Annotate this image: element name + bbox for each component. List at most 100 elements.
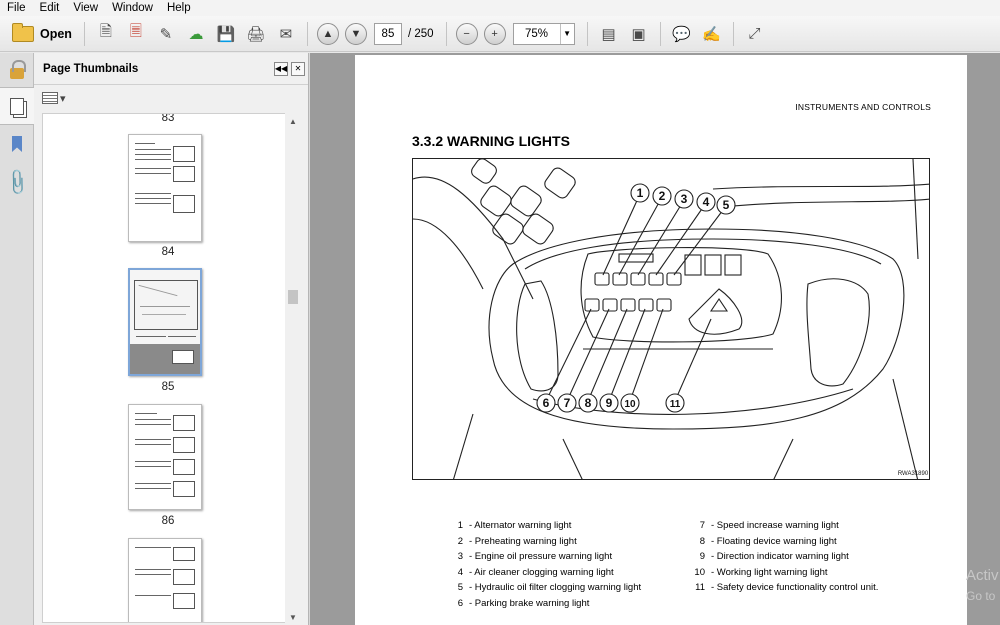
menu-help[interactable]: Help — [160, 0, 198, 16]
scroll-up-icon[interactable]: ▲ — [285, 113, 301, 129]
toolbar-separator — [659, 21, 661, 46]
navigation-rail: 📎 — [0, 53, 34, 625]
open-button[interactable]: Open — [6, 20, 78, 48]
callout-3: 3 — [681, 192, 688, 206]
page-header: INSTRUMENTS AND CONTROLS — [795, 102, 931, 112]
callout-11: 11 — [670, 399, 681, 410]
zoom-in-icon[interactable]: + — [483, 22, 506, 45]
callout-9: 9 — [606, 396, 613, 410]
toolbar-separator — [83, 21, 85, 46]
zoom-out-icon[interactable]: − — [455, 22, 478, 45]
watermark-line-1: Activ — [966, 567, 999, 584]
legend-item: 8- Floating device warning light — [699, 535, 837, 547]
menu-bar: File Edit View Window Help — [0, 0, 1000, 16]
fit-width-icon[interactable]: ▣ — [626, 21, 652, 47]
section-title: 3.3.2 WARNING LIGHTS — [412, 133, 570, 149]
prev-page-icon[interactable]: ▲ — [316, 22, 339, 45]
lock-icon — [10, 59, 26, 79]
page-total: / 250 — [407, 27, 434, 40]
zoom-select[interactable]: 75% ▼ — [512, 22, 575, 45]
toolbar: Open 🗎 🗏 ✎ ☁ 💾 🖨 ✉ ▲ ▼ 85 / 250 − + 75% … — [0, 16, 1000, 52]
thumbnail-label: 86 — [161, 515, 175, 527]
thumbnail-list[interactable]: 83 84 85 86 — [42, 113, 292, 623]
document-view[interactable]: INSTRUMENTS AND CONTROLS 3.3.2 WARNING L… — [310, 53, 1000, 625]
legend-item: 9- Direction indicator warning light — [699, 551, 849, 563]
callout-5: 5 — [723, 198, 730, 212]
callout-7: 7 — [564, 396, 571, 410]
thumbnail-page-selected[interactable] — [128, 268, 202, 376]
close-panel-button[interactable]: ✕ — [291, 61, 305, 76]
callout-2: 2 — [659, 189, 666, 203]
thumbnail-label: 84 — [161, 246, 175, 258]
create-pdf-icon[interactable]: 🗎 — [93, 21, 119, 47]
thumbnail-page[interactable] — [128, 404, 202, 510]
panel-title: Page Thumbnails — [43, 62, 139, 75]
convert-icon[interactable]: 🗏 — [123, 21, 149, 47]
expand-icon[interactable]: ⤢ — [742, 21, 768, 47]
bookmark-icon — [12, 136, 22, 152]
callout-8: 8 — [585, 396, 592, 410]
legend-item: 3- Engine oil pressure warning light — [457, 551, 613, 563]
thumbnail-scrollbar[interactable]: ▲ ▼ — [285, 113, 301, 625]
options-icon — [42, 92, 58, 104]
menu-window[interactable]: Window — [105, 0, 160, 16]
legend-right: 7- Speed increase warning light 8- Float… — [685, 518, 878, 596]
legend-left: 1- Alternator warning light 2- Preheatin… — [443, 518, 641, 612]
legend-item: 10- Working light warning light — [694, 566, 828, 578]
warning-lights-figure: 1 2 3 4 5 6 7 8 9 10 11 RWA31890 — [412, 158, 930, 480]
callout-1: 1 — [637, 186, 644, 200]
attachments-button[interactable]: 📎 — [0, 163, 34, 201]
comment-icon[interactable]: 💬 — [669, 21, 695, 47]
callout-10: 10 — [624, 399, 636, 410]
callout-6: 6 — [543, 396, 550, 410]
document-page: INSTRUMENTS AND CONTROLS 3.3.2 WARNING L… — [355, 55, 967, 625]
chevron-down-icon: ▾ — [60, 92, 66, 105]
legend-item: 11- Safety device functionality control … — [695, 582, 879, 594]
panel-header: Page Thumbnails ◀◀ ✕ — [34, 53, 308, 85]
callout-4: 4 — [703, 195, 710, 209]
panel-options[interactable]: ▾ — [34, 85, 308, 111]
toolbar-separator — [732, 21, 734, 46]
thumbnail-page[interactable] — [128, 134, 202, 242]
menu-edit[interactable]: Edit — [33, 0, 67, 16]
scroll-thumb[interactable] — [288, 290, 298, 304]
menu-view[interactable]: View — [66, 0, 105, 16]
open-folder-icon — [12, 22, 34, 42]
legend-item: 4- Air cleaner clogging warning light — [457, 566, 614, 578]
thumbnail-label: 83 — [161, 113, 175, 124]
upload-icon[interactable]: ☁ — [183, 21, 209, 47]
sign-icon[interactable]: ✍ — [699, 21, 725, 47]
save-icon[interactable]: 💾 — [213, 21, 239, 47]
toolbar-separator — [306, 21, 308, 46]
activation-watermark: Activ Go to — [966, 566, 999, 606]
thumbnails-panel: Page Thumbnails ◀◀ ✕ ▾ 83 84 85 86 ▲ ▼ — [34, 53, 309, 625]
attachment-icon: 📎 — [2, 166, 33, 197]
zoom-value: 75% — [525, 27, 549, 40]
legend-item: 5- Hydraulic oil filter clogging warning… — [457, 582, 642, 594]
chevron-down-icon[interactable]: ▼ — [559, 23, 574, 44]
email-icon[interactable]: ✉ — [273, 21, 299, 47]
open-label: Open — [40, 26, 72, 41]
pages-icon — [10, 97, 24, 115]
watermark-line-2: Go to — [966, 589, 996, 603]
legend-item: 6- Parking brake warning light — [457, 597, 590, 609]
page-thumbnails-button[interactable] — [0, 87, 34, 125]
next-page-icon[interactable]: ▼ — [344, 22, 367, 45]
security-button[interactable] — [0, 53, 34, 87]
figure-code: RWA31890 — [898, 471, 929, 477]
fit-page-icon[interactable]: ▤ — [596, 21, 622, 47]
dashboard-drawing: 1 2 3 4 5 6 7 8 9 10 11 RWA31890 — [413, 159, 929, 479]
thumbnail-label: 85 — [161, 381, 175, 393]
menu-file[interactable]: File — [0, 0, 33, 16]
collapse-panel-button[interactable]: ◀◀ — [274, 61, 288, 76]
toolbar-separator — [586, 21, 588, 46]
edit-icon[interactable]: ✎ — [153, 21, 179, 47]
legend-item: 7- Speed increase warning light — [699, 520, 839, 531]
print-icon[interactable]: 🖨 — [243, 21, 269, 47]
scroll-down-icon[interactable]: ▼ — [285, 609, 301, 625]
toolbar-separator — [445, 21, 447, 46]
thumbnail-page[interactable] — [128, 538, 202, 622]
bookmarks-button[interactable] — [0, 125, 34, 163]
legend-item: 2- Preheating warning light — [457, 535, 577, 547]
page-number-input[interactable]: 85 — [373, 22, 402, 45]
